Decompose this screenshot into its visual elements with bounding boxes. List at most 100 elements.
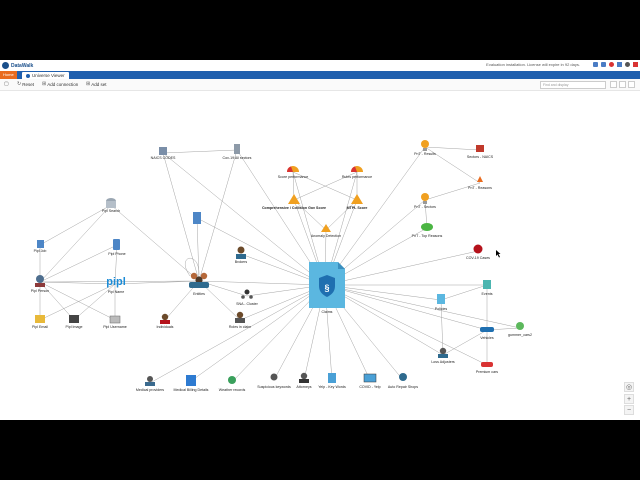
alert-icon[interactable] [633,62,638,67]
sna-cluster-node[interactable]: SNA - Cluster [236,289,259,307]
policies-node[interactable]: Policies [435,294,448,311]
mtpl-score-node[interactable]: MTPL Score [347,194,368,210]
gummer-cars-label: gummer_cars2 [508,333,532,337]
covid-sectors-node[interactable]: Cov-19 All sectors [223,144,252,160]
graph-svg[interactable]: § Claims NAICS CODES Cov-19 All sectors … [0,90,640,420]
covid-cases-node[interactable]: COV-19 Cases [466,244,490,261]
attorneys-label: Attorneys [296,385,311,389]
yelp-key-words-node[interactable]: Yelp - Key Words [318,373,346,389]
pipl-person-node[interactable]: Pipl Person [31,275,49,293]
view-button[interactable] [619,81,626,88]
pipl-phone-node[interactable]: Pipl Phone [108,239,126,256]
claims-label: Claims [322,310,333,314]
comprehensive-score-label: Comprehensive / Collision Gov Score [262,206,326,210]
pipl-name-node[interactable]: pipl Pipl Name [106,276,126,294]
pipl-job-node[interactable]: Pipl Job [34,240,47,253]
warning-icon [321,224,331,232]
add-set-icon: ⊞ [86,81,91,87]
pipl-username-label: Pipl Username [103,325,127,329]
brokers-node[interactable]: Brokers [235,246,248,265]
medical-providers-label: Medical providers [136,388,164,392]
policy-document-icon [437,294,445,304]
add-connection-button[interactable]: ⊞ Add connection [42,81,78,88]
zoom-in-button[interactable]: + [624,394,634,404]
premium-cars-label: Premium cars [476,370,498,374]
events-label: Events [482,292,493,296]
logo-text: DataWalk [11,62,34,69]
roles-in-claim-node[interactable]: Roles in claim [229,311,251,329]
covid-yelp-node[interactable]: COVID - Yelp [359,373,381,389]
premium-cars-node[interactable]: Premium cars [476,362,498,374]
warning-icon [288,194,300,204]
gummer-cars-node[interactable]: gummer_cars2 [508,322,532,337]
cursor-icon [496,250,501,258]
license-notice: Evaluation installation. License will ex… [486,62,580,67]
bank-icon [159,147,167,155]
lightbulb-icon [421,140,429,148]
pnt-top-reasons-node[interactable]: PnT - Top Reasons [412,223,443,238]
app-window: DataWalk Evaluation installation. Licens… [0,60,640,420]
magnifier-icon [270,373,278,381]
comprehensive-score-node[interactable]: Comprehensive / Collision Gov Score [262,194,326,210]
help-icon[interactable] [609,62,614,67]
reset-label: Reset [22,82,34,87]
medical-billing-node[interactable]: Medical Billing Details [174,375,209,392]
pipl-username-node[interactable]: Pipl Username [103,315,127,329]
anomaly-detection-node[interactable]: Anomaly Detection [311,224,341,238]
doctor-icon [147,376,153,382]
pipl-image-node[interactable]: Pipl Image [66,315,83,329]
yelp-key-words-label: Yelp - Key Words [318,385,346,389]
logo-icon [2,62,9,69]
layout-icon[interactable] [617,62,622,67]
search-input[interactable]: Find and display [540,81,606,89]
recycle-icon [516,322,524,330]
refresh-icon[interactable] [625,62,630,67]
sectors-naics-node[interactable]: Sectors - NAICS [467,145,494,159]
events-node[interactable]: Events [482,280,493,296]
pnt-results-node[interactable]: PnT - Results [414,140,436,156]
loss-adjusters-label: Loss Adjusters [431,360,455,364]
weather-records-node[interactable]: Weather records [219,376,246,392]
claims-node[interactable]: § Claims [309,262,345,314]
top-icon-group [593,62,638,67]
pipl-job-label: Pipl Job [34,249,47,253]
zoom-out-button[interactable]: − [624,405,634,415]
lightbulb-icon [421,193,429,201]
auto-repair-shops-node[interactable]: Auto Repair Shops [388,373,418,389]
back-icon: ▢ [4,81,9,87]
attorneys-node[interactable]: Attorneys [296,372,312,389]
person-icon [161,313,169,321]
pipl-search-node[interactable]: Pipl Search [102,198,120,213]
filter-button[interactable] [610,81,617,88]
building-icon [193,212,201,224]
reset-button[interactable]: ↻ Reset [17,81,34,88]
notification-icon[interactable] [601,62,606,67]
suspicious-keywords-node[interactable]: Suspicious keywords [257,373,291,390]
naics-node[interactable]: NAICS CODES [151,147,176,160]
pnt-reasons-node[interactable]: PnT - Reasons [468,176,492,190]
image-icon [69,315,79,323]
app-logo[interactable]: DataWalk [2,61,33,70]
unlabeled-building-node[interactable] [193,212,201,224]
naics-label: NAICS CODES [151,156,176,160]
add-set-button[interactable]: ⊞ Add set [86,81,106,88]
zoom-fit-button[interactable]: ◎ [624,382,634,392]
covid-yelp-label: COVID - Yelp [359,385,380,389]
factory-icon [476,145,484,152]
tab-universe-viewer[interactable]: Universe Viewer [22,72,69,79]
more-button[interactable] [628,81,635,88]
entities-label: Entities [193,292,205,296]
email-folder-icon [35,315,45,323]
vehicles-label: Vehicles [480,336,494,340]
tab-home[interactable]: Home [0,71,17,79]
anomaly-detection-label: Anomaly Detection [311,234,341,238]
person-icon [300,372,308,380]
id-card-icon [109,315,121,324]
back-button[interactable]: ▢ [4,81,9,88]
pnt-sectors-node[interactable]: PnT - Sectors [414,193,436,209]
pipl-person-label: Pipl Person [31,289,49,293]
settings-icon[interactable] [593,62,598,67]
medical-providers-node[interactable]: Medical providers [136,376,164,392]
individuals-node[interactable]: Individuals [157,313,174,329]
graph-canvas[interactable]: § Claims NAICS CODES Cov-19 All sectors … [0,90,640,420]
